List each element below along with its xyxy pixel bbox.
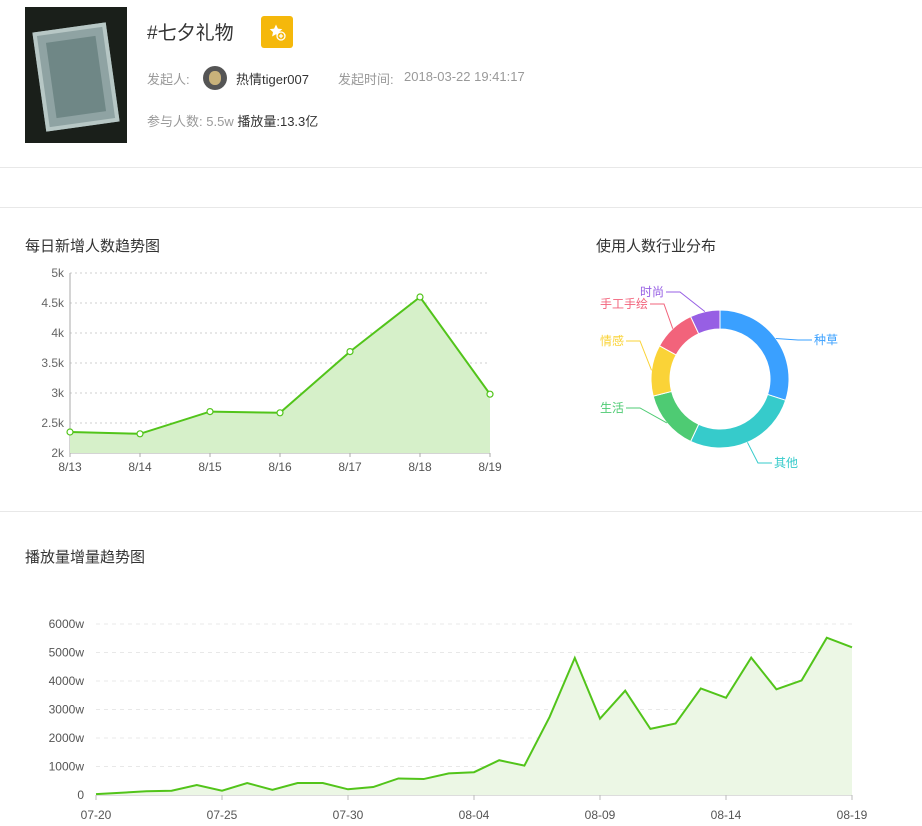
favorite-button[interactable] xyxy=(261,16,293,48)
section-divider xyxy=(0,207,922,208)
y-tick-label: 6000w xyxy=(49,617,85,631)
x-tick-label: 8/18 xyxy=(408,460,432,474)
x-tick-label: 08-14 xyxy=(711,808,742,822)
topic-cover-image[interactable] xyxy=(25,7,127,143)
y-tick-label: 3k xyxy=(51,386,65,400)
y-tick-label: 5000w xyxy=(49,646,85,660)
daily-new-users-title: 每日新增人数趋势图 xyxy=(25,238,161,255)
x-tick-label: 08-09 xyxy=(585,808,616,822)
x-tick-label: 8/17 xyxy=(338,460,362,474)
data-point xyxy=(66,428,74,436)
data-point xyxy=(206,408,214,416)
y-tick-label: 4000w xyxy=(49,674,85,688)
y-tick-label: 5k xyxy=(51,266,65,280)
pie-label-line xyxy=(650,303,674,329)
daily-new-users-chart: 2k 2.5k 3k 3.5k 4k 4.5k 5k 8/13 8/14 8/15 8/16 8/17… xyxy=(41,266,502,474)
data-point xyxy=(346,347,354,356)
initiator-label: 发起人: xyxy=(147,72,190,87)
series-area xyxy=(70,297,490,453)
pie-label: 其他 xyxy=(774,456,798,470)
start-time-value: 2018-03-22 19:41:17 xyxy=(404,69,525,84)
x-tick-label: 8/16 xyxy=(268,460,292,474)
plays-value: 13.3亿 xyxy=(279,114,319,129)
topic-header: #七夕礼物 发起人: 热情tiger007 发起时间: 2018-03-22 1… xyxy=(0,0,922,168)
y-tick-label: 4k xyxy=(51,326,65,340)
data-point xyxy=(486,390,494,398)
pie-label: 情感 xyxy=(600,333,624,348)
data-point xyxy=(416,293,424,301)
data-point xyxy=(136,430,144,438)
x-tick-label: 8/19 xyxy=(478,460,502,474)
y-tick-label: 2000w xyxy=(49,731,85,745)
plays-label: 播放量: xyxy=(237,114,280,129)
initiator-name[interactable]: 热情tiger007 xyxy=(236,72,309,87)
x-tick-label: 8/13 xyxy=(58,460,82,474)
pie-label: 生活 xyxy=(600,401,624,415)
pie-label-line xyxy=(746,442,772,464)
pie-label-line xyxy=(666,291,706,313)
industry-distribution-title: 使用人数行业分布 xyxy=(596,238,717,255)
pie-slice xyxy=(652,390,700,443)
y-tick-label: 0 xyxy=(77,788,84,802)
x-tick-label: 8/14 xyxy=(128,460,152,474)
topic-title: #七夕礼物 xyxy=(147,23,234,44)
x-tick-label: 8/15 xyxy=(198,460,222,474)
y-tick-label: 4.5k xyxy=(41,296,65,310)
start-time-label: 发起时间: xyxy=(338,72,394,87)
pie-label: 时尚 xyxy=(640,285,664,299)
pie-label-line xyxy=(775,337,812,341)
y-tick-label: 2k xyxy=(51,446,65,460)
x-tick-label: 07-20 xyxy=(81,808,112,822)
y-tick-label: 2.5k xyxy=(41,416,65,430)
pie-label: 种草 xyxy=(814,333,838,347)
pie-slice xyxy=(719,309,790,401)
x-tick-label: 07-30 xyxy=(333,808,364,822)
play-increment-title: 播放量增量趋势图 xyxy=(25,549,146,566)
y-tick-label: 3.5k xyxy=(41,356,65,370)
cover-photo-subject xyxy=(32,22,120,132)
play-increment-chart: 0 1000w 2000w 3000w 4000w 5000w 6000w 07-20 07-2… xyxy=(49,617,868,822)
y-tick-label: 3000w xyxy=(49,703,85,717)
x-tick-label: 07-25 xyxy=(207,808,238,822)
x-tick-label: 08-19 xyxy=(837,808,868,822)
initiator-avatar[interactable] xyxy=(203,66,227,90)
x-tick-label: 08-04 xyxy=(459,808,490,822)
participants-value: 5.5w xyxy=(206,114,234,129)
pie-slice xyxy=(689,393,787,449)
data-point xyxy=(276,409,284,417)
section-divider xyxy=(0,511,922,512)
pie-label-line xyxy=(626,340,653,371)
industry-distribution-chart: 种草其他生活情感手工手绘时尚 xyxy=(600,285,838,470)
star-add-icon xyxy=(269,24,286,41)
participants-label: 参与人数: xyxy=(147,114,203,129)
y-tick-label: 1000w xyxy=(49,760,85,774)
